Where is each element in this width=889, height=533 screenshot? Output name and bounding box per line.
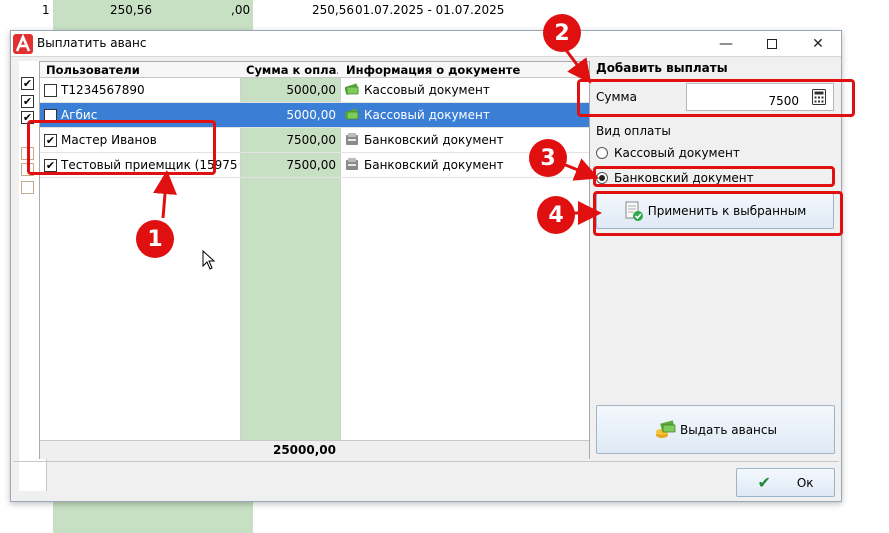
document-info: Кассовый документ [364,83,490,97]
annotation-badge-3: 3 [529,139,567,177]
grid-header: Пользователи Сумма к опла... Информация … [40,62,589,78]
user-name: Т1234567890 [61,83,145,97]
close-icon: ✕ [812,36,824,52]
ok-button[interactable]: ✔ Ок [736,468,835,497]
background-row-number: 1 [42,3,50,17]
annotation-box-users [27,120,216,175]
header-users[interactable]: Пользователи [46,63,236,77]
checkbox-checked-icon[interactable]: ✔ [21,95,34,108]
radio-cash-indicator[interactable] [596,147,608,159]
header-amount[interactable]: Сумма к опла... [246,63,338,77]
maximize-button[interactable] [749,31,795,57]
maximize-icon [767,39,777,49]
titlebar: Выплатить аванс — ✕ [11,31,841,57]
bank-icon [346,133,358,145]
annotation-badge-4: 4 [537,196,575,234]
app-logo-icon [13,34,33,54]
bank-icon [346,158,358,170]
ok-button-label: Ок [796,475,814,490]
table-row[interactable]: Т1234567890 5000,00 Кассовый документ [40,78,589,103]
annotation-badge-2: 2 [543,14,581,52]
separator [13,461,839,462]
add-payments-title: Добавить выплаты [596,61,728,75]
amount-cell: 7500,00 [286,158,336,172]
annotation-badge-1: 1 [136,220,174,258]
cash-icon [345,108,359,120]
background-value: ,00 [231,3,251,17]
row-checkbox[interactable] [44,84,57,97]
amount-cell: 5000,00 [240,103,340,127]
mouse-cursor-icon [202,250,216,270]
minimize-icon: — [719,36,733,52]
total-amount: 25000,00 [272,443,336,457]
background-date-range: 01.07.2025 - 01.07.2025 [355,3,505,17]
minimize-button[interactable]: — [703,31,749,57]
dialog-title: Выплатить аванс [37,36,147,50]
radio-cash[interactable]: Кассовый документ [596,145,740,161]
payment-type-label: Вид оплаты [596,124,671,138]
background-value: 250,56 [110,3,152,17]
background-value: 250,56 [312,3,354,17]
checkbox-checked-icon[interactable]: ✔ [21,77,34,90]
check-icon: ✔ [757,473,771,492]
radio-cash-label: Кассовый документ [614,146,740,160]
document-info: Кассовый документ [364,108,490,122]
cash-icon [345,83,359,95]
amount-cell: 7500,00 [286,133,336,147]
checkbox-empty-icon[interactable] [21,181,34,194]
close-button[interactable]: ✕ [795,31,841,57]
header-document-info[interactable]: Информация о документе [346,63,586,77]
grid-footer: 25000,00 [40,440,589,459]
issue-advances-button[interactable]: Выдать авансы [596,405,835,454]
annotation-box-apply [593,191,843,236]
annotation-box-bank [593,166,835,187]
annotation-box-sum [577,79,855,117]
issue-button-label: Выдать авансы [680,422,777,437]
amount-cell: 5000,00 [286,83,336,97]
money-icon [656,419,676,438]
